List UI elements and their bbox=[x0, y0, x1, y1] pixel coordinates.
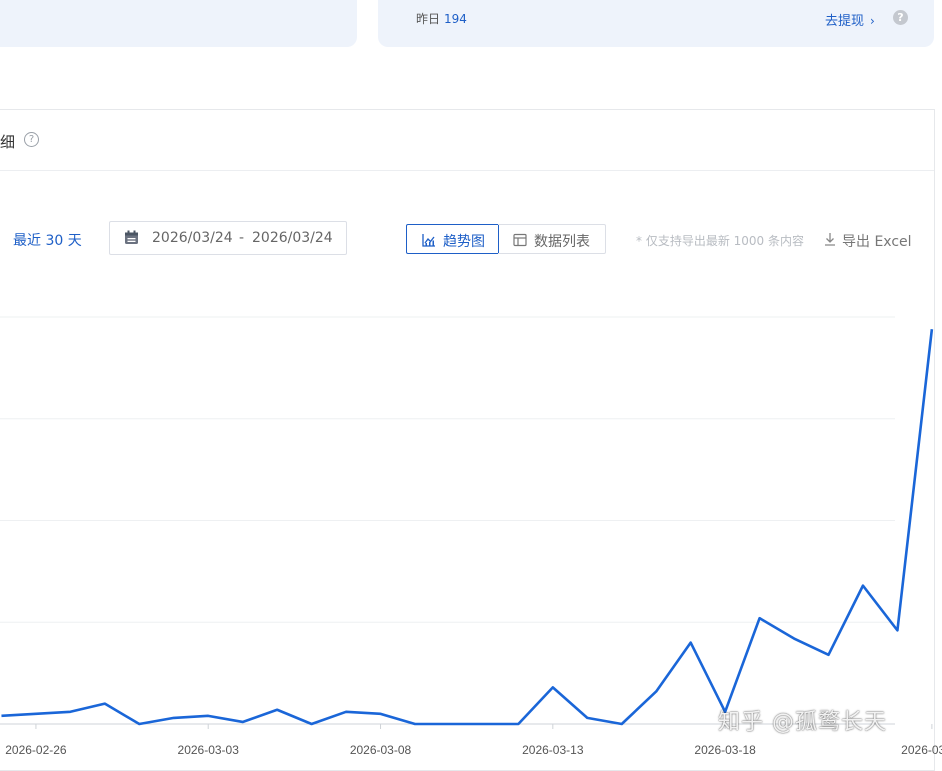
trend-view-tab[interactable]: 趋势图 bbox=[406, 224, 499, 254]
x-tick-label: 2026-03-03 bbox=[178, 743, 240, 757]
question-outline-icon[interactable]: ? bbox=[24, 132, 39, 147]
date-start[interactable]: 2026/03/24 bbox=[152, 230, 233, 246]
x-tick-label: 2026-03-18 bbox=[694, 743, 756, 757]
watermark-text: 知乎 @孤鹜长天 bbox=[718, 710, 887, 735]
question-circle-icon[interactable]: ? bbox=[893, 10, 908, 25]
table-icon bbox=[513, 233, 527, 247]
data-point[interactable] bbox=[788, 633, 800, 645]
data-point[interactable] bbox=[926, 323, 938, 335]
data-point[interactable] bbox=[754, 612, 766, 624]
panel-title: 明细 bbox=[0, 133, 16, 151]
data-point[interactable] bbox=[271, 704, 283, 716]
data-point[interactable] bbox=[443, 718, 455, 730]
data-point[interactable] bbox=[685, 637, 697, 649]
data-point[interactable] bbox=[133, 718, 145, 730]
recent-30-days-button[interactable]: 最近 30 天 bbox=[13, 230, 82, 250]
data-point[interactable] bbox=[823, 649, 835, 661]
yesterday-stat: 昨日 194 bbox=[416, 10, 467, 27]
data-point[interactable] bbox=[857, 580, 869, 592]
data-point[interactable] bbox=[409, 718, 421, 730]
data-point[interactable] bbox=[168, 712, 180, 724]
data-point[interactable] bbox=[547, 681, 559, 693]
data-point[interactable] bbox=[0, 710, 7, 722]
data-point[interactable] bbox=[202, 710, 214, 722]
x-tick-label: 2026-03-08 bbox=[350, 743, 412, 757]
export-limit-note: * 仅支持导出最新 1000 条内容 bbox=[636, 234, 804, 248]
panel-header: 明细 ? bbox=[0, 110, 934, 171]
data-point[interactable] bbox=[30, 708, 42, 720]
data-point[interactable] bbox=[891, 624, 903, 636]
data-point[interactable] bbox=[581, 712, 593, 724]
yesterday-value: 194 bbox=[444, 12, 467, 26]
series-line bbox=[1, 329, 934, 726]
date-range-picker[interactable]: 2026/03/24 - 2026/03/24 bbox=[109, 221, 347, 255]
trend-line-chart: 2026-02-26 2026-03-03 2026-03-08 2026-03-13… bbox=[0, 316, 942, 757]
data-point[interactable] bbox=[650, 685, 662, 697]
chevron-right-icon: › bbox=[870, 14, 875, 28]
withdraw-link[interactable]: 去提现 › bbox=[825, 10, 875, 29]
data-point[interactable] bbox=[64, 706, 76, 718]
date-end[interactable]: 2026/03/24 bbox=[252, 230, 333, 246]
export-excel-button[interactable]: 导出 Excel bbox=[824, 231, 912, 251]
x-tick-label: 2026-03-24 bbox=[901, 743, 942, 757]
download-icon bbox=[825, 233, 835, 246]
data-point[interactable] bbox=[340, 706, 352, 718]
withdraw-label: 去提现 bbox=[825, 14, 865, 29]
data-point[interactable] bbox=[512, 718, 524, 730]
yesterday-label: 昨日 bbox=[416, 12, 441, 26]
x-tick-label: 2026-03-13 bbox=[522, 743, 584, 757]
calendar-icon bbox=[125, 230, 138, 244]
table-view-tab[interactable]: 数据列表 bbox=[498, 224, 606, 254]
summary-card-left bbox=[0, 0, 357, 47]
table-view-label: 数据列表 bbox=[534, 234, 590, 250]
line-chart-icon bbox=[422, 234, 435, 247]
data-point[interactable] bbox=[616, 718, 628, 730]
x-tick-label: 2026-02-26 bbox=[5, 743, 67, 757]
data-point[interactable] bbox=[478, 718, 490, 730]
data-point[interactable] bbox=[306, 718, 318, 730]
data-point[interactable] bbox=[375, 708, 387, 720]
export-label: 导出 Excel bbox=[842, 234, 912, 250]
trend-view-label: 趋势图 bbox=[443, 234, 485, 250]
date-separator: - bbox=[239, 230, 245, 246]
data-point[interactable] bbox=[99, 698, 111, 710]
data-point[interactable] bbox=[237, 716, 249, 728]
